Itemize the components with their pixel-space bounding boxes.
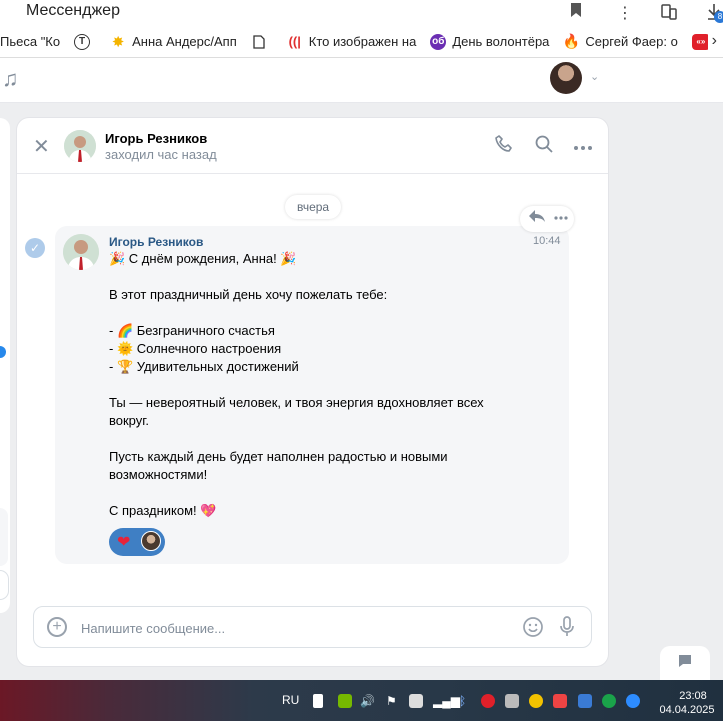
bookmark-label: Пьеса "Ко (0, 34, 61, 49)
flame-icon: 🔥 (562, 33, 581, 49)
reaction-badge[interactable]: ❤ (109, 528, 165, 556)
bookmark-item[interactable] (251, 34, 273, 50)
t-circle-icon: T (74, 33, 91, 50)
bookmark-item[interactable]: ✸ Анна Андерс/Апп (110, 33, 237, 51)
dialogs-panel-button[interactable] (0, 570, 9, 600)
browser-titlebar: Мессенджер ⋮ 8 (0, 0, 723, 26)
bookmarks-more-icon[interactable]: › (707, 32, 717, 50)
message-line: В этот праздничный день хочу пожелать те… (109, 287, 388, 302)
date-separator: вчера (285, 195, 342, 219)
chat-launcher[interactable] (660, 646, 710, 680)
ob-icon: об (430, 33, 447, 50)
bookmark-label: Анна Андерс/Апп (132, 34, 237, 49)
emoji-icon[interactable] (522, 616, 544, 644)
audio-wave-icon: ((| (288, 34, 301, 49)
tray-app-icon[interactable] (313, 694, 323, 708)
message-composer: + (33, 606, 592, 648)
message-line: - 🌈 Безграничного счастья (109, 323, 275, 338)
select-check-icon[interactable]: ✓ (25, 238, 45, 258)
tab-title: Мессенджер (26, 2, 120, 19)
signal-icon[interactable]: ▂▄▆ (433, 694, 460, 708)
message-more-icon[interactable] (554, 208, 568, 231)
document-icon (251, 34, 267, 50)
bookmark-label: Кто изображен на (308, 34, 417, 49)
peer-avatar[interactable] (64, 130, 96, 162)
message-line: - 🏆 Удивительных достижений (109, 359, 299, 374)
bookmark-item[interactable]: ((| Кто изображен на (287, 34, 417, 50)
chat-bubble-icon (677, 654, 693, 672)
bookmark-label: День волонтёра (452, 34, 550, 49)
message-line: 🎉 С днём рождения, Анна! 🎉 (109, 251, 297, 266)
message-actions (520, 206, 574, 232)
message-author[interactable]: Игорь Резников (109, 235, 203, 249)
profile-avatar[interactable] (550, 62, 582, 94)
bookmark-item[interactable]: об День волонтёра (430, 33, 550, 50)
message-line: вокруг. (109, 413, 150, 428)
extensions-icon[interactable] (660, 3, 678, 24)
more-icon[interactable] (573, 138, 593, 156)
bluetooth-icon[interactable]: ᛒ (459, 694, 466, 708)
close-icon[interactable]: ✕ (33, 134, 50, 159)
bookmarks-bar: Пьеса "Ко T ✸ Анна Андерс/Апп ((| Кто изоб… (0, 26, 723, 58)
bookmark-item[interactable]: Пьеса "Ко (0, 34, 60, 49)
message-line: возможностями! (109, 467, 208, 482)
message-line: - 🌞 Солнечного настроения (109, 341, 282, 356)
language-indicator[interactable]: RU (282, 693, 299, 707)
reactor-avatar (141, 531, 161, 551)
chevron-down-icon[interactable]: ⌄ (590, 70, 599, 83)
star-icon: ✸ (111, 33, 125, 51)
site-header: ♫ ⌄ (0, 58, 723, 103)
chat-window: ✕ Игорь Резников заходил час назад вчера… (17, 118, 608, 666)
unread-indicator (0, 346, 6, 358)
microphone-icon[interactable] (559, 616, 575, 643)
search-icon[interactable] (534, 134, 554, 159)
chat-header: ✕ Игорь Резников заходил час назад (17, 118, 608, 174)
zoom-icon[interactable] (626, 694, 640, 708)
tray-tool-icon[interactable] (505, 694, 519, 708)
peer-status: заходил час назад (105, 147, 217, 162)
message-bubble[interactable]: Игорь Резников 10:44 🎉 С днём рождения, … (55, 226, 569, 564)
author-avatar[interactable] (63, 234, 99, 270)
bookmark-label: Сергей Фаер: о (585, 34, 678, 49)
flag-icon[interactable]: ⚑ (386, 694, 397, 708)
bookmark-item[interactable]: T (74, 33, 96, 50)
menu-dots-icon[interactable]: ⋮ (617, 3, 633, 23)
dialogs-panel-card (0, 508, 8, 566)
peer-name[interactable]: Игорь Резников (105, 131, 207, 146)
opera-icon[interactable] (481, 694, 495, 708)
kaspersky-icon[interactable] (602, 694, 616, 708)
keyboard-icon[interactable] (409, 694, 423, 708)
tray-window-icon[interactable] (578, 694, 592, 708)
volume-icon[interactable]: 🔊 (360, 694, 375, 708)
reply-icon[interactable] (528, 209, 546, 226)
clock-time[interactable]: 23:08 (670, 689, 716, 704)
music-icon[interactable]: ♫ (2, 66, 19, 92)
heart-reaction-icon: ❤ (117, 534, 131, 551)
message-input[interactable] (81, 617, 501, 639)
tray-plus-icon[interactable] (529, 694, 543, 708)
message-time: 10:44 (533, 235, 561, 247)
phone-icon[interactable] (494, 134, 514, 159)
nvidia-icon[interactable] (338, 694, 352, 708)
download-badge: 8 (714, 11, 723, 23)
message-line: Пусть каждый день будет наполнен радость… (109, 449, 448, 464)
bookmark-item[interactable]: 🔥 Сергей Фаер: о (562, 33, 678, 50)
clock-date[interactable]: 04.04.2025 (656, 704, 718, 716)
attach-plus-icon[interactable]: + (47, 617, 67, 637)
taskbar: RU 🔊 ⚑ ▂▄▆ ᛒ 23:08 04.04.2025 (0, 680, 723, 721)
message-line: С праздником! 💖 (109, 503, 217, 518)
bookmark-icon[interactable] (570, 3, 582, 20)
message-line: Ты — невероятный человек, и твоя энергия… (109, 395, 484, 410)
tray-box-icon[interactable] (553, 694, 567, 708)
